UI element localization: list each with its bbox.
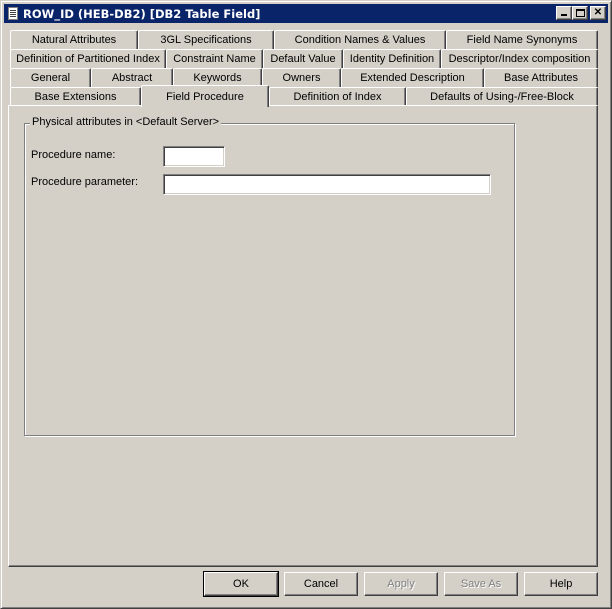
procedure-parameter-input[interactable] xyxy=(163,174,491,195)
apply-button[interactable]: Apply xyxy=(364,572,438,596)
tab-3gl-specifications[interactable]: 3GL Specifications xyxy=(138,30,274,49)
title-bar[interactable]: ROW_ID (HEB-DB2) [DB2 Table Field] ✕ xyxy=(4,4,608,23)
procedure-name-label: Procedure name: xyxy=(31,149,116,161)
procedure-parameter-label: Procedure parameter: xyxy=(31,176,138,188)
tab-definition-partitioned-index[interactable]: Definition of Partitioned Index xyxy=(10,49,166,68)
close-icon: ✕ xyxy=(593,7,603,18)
tab-natural-attributes[interactable]: Natural Attributes xyxy=(10,30,138,49)
help-button[interactable]: Help xyxy=(524,572,598,596)
maximize-icon xyxy=(576,9,585,17)
maximize-button[interactable] xyxy=(572,6,588,20)
tab-default-value[interactable]: Default Value xyxy=(263,49,343,68)
tab-base-extensions[interactable]: Base Extensions xyxy=(10,87,141,106)
procedure-name-input[interactable] xyxy=(163,146,225,167)
tab-field-name-synonyms[interactable]: Field Name Synonyms xyxy=(446,30,598,49)
minimize-button[interactable] xyxy=(556,6,572,20)
document-icon xyxy=(8,7,18,20)
cancel-button[interactable]: Cancel xyxy=(284,572,358,596)
tab-constraint-name[interactable]: Constraint Name xyxy=(166,49,263,68)
physical-attributes-group: Physical attributes in <Default Server> … xyxy=(24,116,515,436)
save-as-button[interactable]: Save As xyxy=(444,572,518,596)
tab-general[interactable]: General xyxy=(10,68,91,87)
tab-extended-description[interactable]: Extended Description xyxy=(341,68,484,87)
tab-identity-definition[interactable]: Identity Definition xyxy=(343,49,441,68)
tab-owners[interactable]: Owners xyxy=(262,68,341,87)
tab-base-attributes[interactable]: Base Attributes xyxy=(484,68,598,87)
tab-condition-names-values[interactable]: Condition Names & Values xyxy=(274,30,446,49)
window-title: ROW_ID (HEB-DB2) [DB2 Table Field] xyxy=(23,6,261,21)
tab-defaults-using-free-block[interactable]: Defaults of Using-/Free-Block xyxy=(406,87,598,106)
group-title: Physical attributes in <Default Server> xyxy=(30,116,222,128)
tab-descriptor-index-composition[interactable]: Descriptor/Index composition xyxy=(441,49,598,68)
tab-definition-of-index[interactable]: Definition of Index xyxy=(269,87,406,106)
tab-panel-field-procedure: Physical attributes in <Default Server> … xyxy=(8,105,598,567)
ok-button[interactable]: OK xyxy=(203,571,279,597)
minimize-icon xyxy=(561,14,567,16)
close-button[interactable]: ✕ xyxy=(590,6,606,20)
tab-field-procedure[interactable]: Field Procedure xyxy=(141,85,269,107)
